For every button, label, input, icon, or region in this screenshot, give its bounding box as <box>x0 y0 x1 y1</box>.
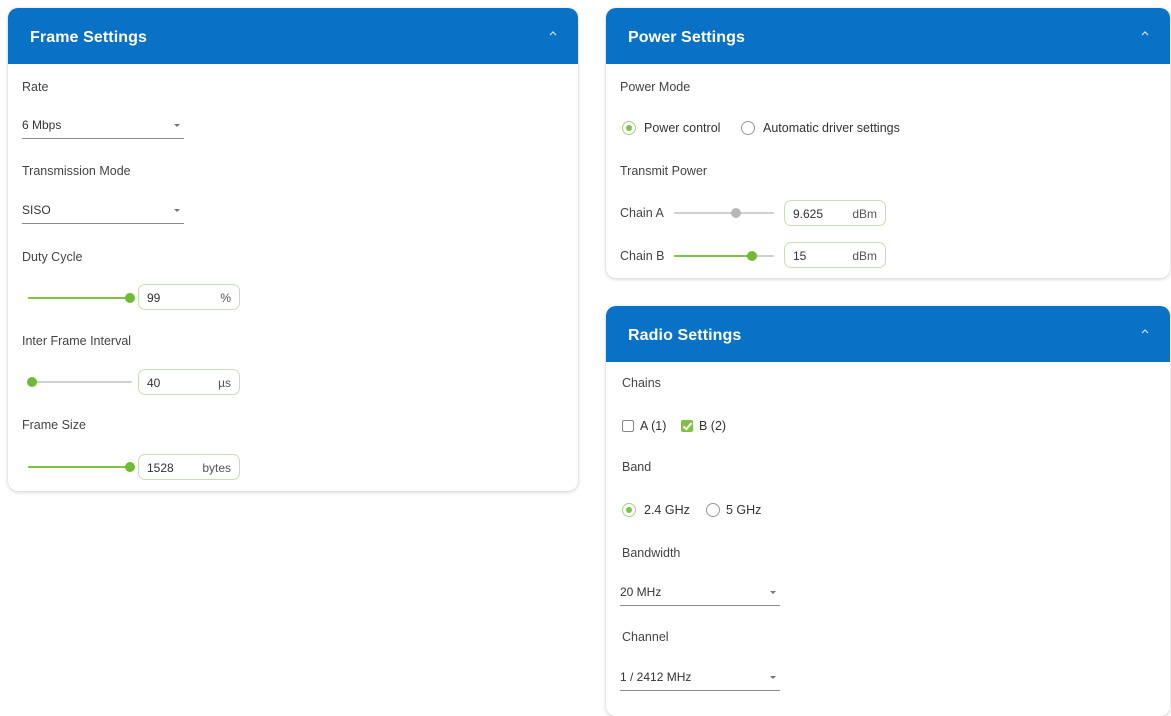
inter-frame-interval-label: Inter Frame Interval <box>22 334 132 348</box>
bandwidth-value: 20 MHz <box>620 585 662 599</box>
chevron-up-icon[interactable] <box>1138 324 1152 338</box>
rate-label: Rate <box>22 80 49 94</box>
transmit-power-label: Transmit Power <box>620 164 708 178</box>
frame-size-value: 1528 <box>147 461 174 475</box>
duty-cycle-input[interactable]: 99 % <box>138 284 240 310</box>
duty-cycle-label: Duty Cycle <box>22 250 83 264</box>
transmission-mode-label: Transmission Mode <box>22 164 131 178</box>
chain-b-slider[interactable] <box>674 249 774 263</box>
rate-value: 6 Mbps <box>22 118 62 132</box>
chain-b-option-label[interactable]: B (2) <box>699 419 726 433</box>
power-settings-panel: Power Settings Power Mode Power control … <box>606 8 1170 278</box>
band-5ghz-label[interactable]: 5 GHz <box>726 503 761 517</box>
power-mode-label: Power Mode <box>620 80 691 94</box>
frame-size-unit: bytes <box>202 461 231 475</box>
chains-label: Chains <box>622 376 661 390</box>
channel-value: 1 / 2412 MHz <box>620 670 692 684</box>
caret-down-icon <box>770 591 776 594</box>
rate-select[interactable]: 6 Mbps <box>22 112 184 139</box>
chain-a-input[interactable]: 9.625 dBm <box>784 200 886 226</box>
power-control-radio[interactable] <box>622 121 636 135</box>
duty-cycle-slider[interactable] <box>28 291 135 305</box>
chain-b-checkbox[interactable] <box>681 420 693 432</box>
chain-a-value: 9.625 <box>793 207 824 221</box>
radio-settings-panel: Radio Settings Chains A (1) B (2) Band 2… <box>606 306 1170 716</box>
frame-size-input[interactable]: 1528 bytes <box>138 454 240 480</box>
chain-a-option-label[interactable]: A (1) <box>640 419 666 433</box>
duty-cycle-unit: % <box>220 291 231 305</box>
chain-b-input[interactable]: 15 dBm <box>784 242 886 268</box>
frame-size-slider[interactable] <box>28 460 135 474</box>
chain-a-unit: dBm <box>852 207 877 221</box>
band-2-4ghz-radio[interactable] <box>622 503 636 517</box>
bandwidth-label: Bandwidth <box>622 546 681 560</box>
power-settings-header[interactable]: Power Settings <box>606 8 1170 64</box>
chain-b-value: 15 <box>793 249 807 263</box>
chevron-up-icon[interactable] <box>1138 26 1152 40</box>
frame-settings-title: Frame Settings <box>30 29 147 46</box>
inter-frame-interval-value: 40 <box>147 376 161 390</box>
frame-settings-header[interactable]: Frame Settings <box>8 8 578 64</box>
bandwidth-select[interactable]: 20 MHz <box>620 579 780 606</box>
band-2-4ghz-label[interactable]: 2.4 GHz <box>644 503 690 517</box>
frame-size-label: Frame Size <box>22 418 86 432</box>
chevron-up-icon[interactable] <box>546 26 560 40</box>
channel-label: Channel <box>622 630 669 644</box>
chain-a-slider[interactable] <box>674 206 774 220</box>
automatic-driver-radio[interactable] <box>741 121 755 135</box>
power-settings-title: Power Settings <box>628 29 745 46</box>
channel-select[interactable]: 1 / 2412 MHz <box>620 664 780 691</box>
caret-down-icon <box>174 209 180 212</box>
power-control-label[interactable]: Power control <box>644 121 720 135</box>
chain-a-label: Chain A <box>620 206 664 220</box>
transmission-mode-select[interactable]: SISO <box>22 197 184 224</box>
radio-settings-header[interactable]: Radio Settings <box>606 306 1170 362</box>
caret-down-icon <box>770 676 776 679</box>
inter-frame-interval-input[interactable]: 40 µs <box>138 369 240 395</box>
duty-cycle-value: 99 <box>147 291 161 305</box>
radio-settings-title: Radio Settings <box>628 327 742 344</box>
automatic-driver-label[interactable]: Automatic driver settings <box>763 121 900 135</box>
chain-b-label: Chain B <box>620 249 665 263</box>
band-label: Band <box>622 460 652 474</box>
chain-a-checkbox[interactable] <box>622 420 634 432</box>
frame-settings-panel: Frame Settings Rate 6 Mbps Transmission … <box>8 8 578 491</box>
caret-down-icon <box>174 124 180 127</box>
band-5ghz-radio[interactable] <box>706 503 720 517</box>
inter-frame-interval-unit: µs <box>218 376 231 390</box>
transmission-mode-value: SISO <box>22 203 51 217</box>
chain-b-unit: dBm <box>852 249 877 263</box>
inter-frame-interval-slider[interactable] <box>27 375 132 389</box>
